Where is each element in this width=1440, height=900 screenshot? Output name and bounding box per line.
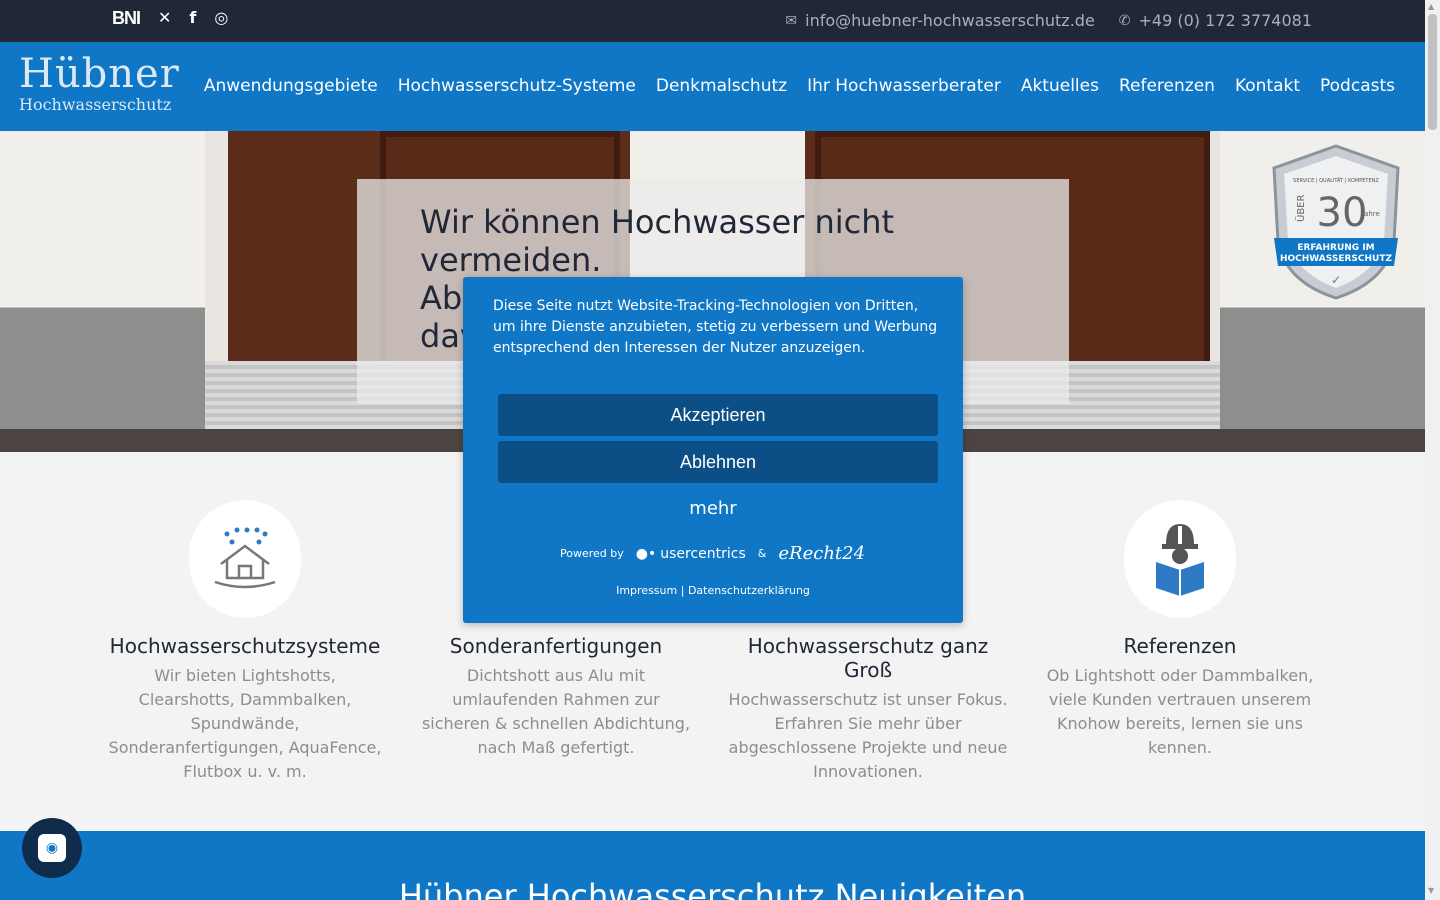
feature-title: Hochwasserschutzsysteme	[109, 634, 381, 658]
facebook-icon[interactable]: f	[189, 8, 196, 28]
badge-uber: ÜBER	[1294, 195, 1307, 222]
logo-line-2: Hochwasserschutz	[19, 95, 172, 114]
badge-ribbon-1: ERFAHRUNG IM	[1297, 243, 1374, 253]
cookie-message: Diese Seite nutzt Website-Tracking-Techn…	[493, 298, 938, 356]
badge-check-icon: ✓	[1331, 273, 1341, 287]
feature-title: Sonderanfertigungen	[449, 634, 663, 658]
logo-line-1: Hübner	[19, 51, 180, 97]
feature-hochwasserschutzsysteme[interactable]: Hochwasserschutzsysteme Wir bieten Light…	[105, 500, 385, 784]
badge-top-text: SERVICE | QUALITÄT | KOMPETENZ	[1293, 177, 1379, 184]
nav-anwendungsgebiete[interactable]: Anwendungsgebiete	[204, 76, 378, 96]
impressum-link[interactable]: Impressum	[616, 584, 677, 597]
link-separator: |	[680, 584, 685, 597]
hero-line-1: Wir können Hochwasser nicht	[420, 203, 895, 241]
flood-house-icon	[214, 527, 276, 589]
feature-title: Hochwasserschutz ganz Groß	[747, 634, 989, 682]
feature-referenzen[interactable]: Referenzen Ob Lightshott oder Dammbalken…	[1040, 500, 1320, 760]
hero-pillar-left	[0, 131, 205, 452]
usercentrics-dots-icon: ●•	[635, 545, 657, 562]
usercentrics-logo[interactable]: ●• usercentrics	[636, 546, 746, 562]
privacy-settings-button[interactable]: ◉	[22, 818, 82, 878]
phone-icon: ✆	[1118, 12, 1131, 29]
nav-denkmalschutz[interactable]: Denkmalschutz	[656, 76, 787, 96]
feature-text: Hochwasserschutz ist unser Fokus. Erfahr…	[728, 690, 1008, 781]
badge-jahre: Jahre	[1361, 210, 1380, 218]
instagram-icon[interactable]: ◎	[214, 8, 228, 28]
phone-link[interactable]: ✆ +49 (0) 172 3774081	[1119, 11, 1312, 30]
mail-icon: ✉	[785, 12, 798, 29]
email-link[interactable]: ✉ info@huebner-hochwasserschutz.de	[785, 11, 1094, 30]
experience-badge: SERVICE | QUALITÄT | KOMPETENZ ÜBER 30 J…	[1272, 144, 1400, 300]
scroll-up-icon[interactable]: ▲	[1428, 2, 1434, 11]
erecht24-logo[interactable]: eRecht24	[778, 543, 865, 564]
feature-icon-circle	[1124, 500, 1236, 618]
decline-button[interactable]: Ablehnen	[498, 441, 938, 483]
and-symbol: &	[757, 547, 767, 560]
main-nav: Anwendungsgebiete Hochwasserschutz-Syste…	[204, 76, 1395, 96]
news-section: Hübner Hochwasserschutz Neuigkeiten	[0, 831, 1425, 900]
more-link[interactable]: mehr	[463, 498, 963, 519]
news-title: Hübner Hochwasserschutz Neuigkeiten	[398, 877, 1027, 900]
feature-icon-circle	[189, 500, 301, 618]
top-bar: BNI ✕ f ◎ ✉ info@huebner-hochwasserschut…	[0, 0, 1425, 42]
scroll-down-icon[interactable]: ▼	[1428, 886, 1434, 895]
powered-by-label: Powered by	[560, 547, 624, 560]
main-header: Hübner Hochwasserschutz Anwendungsgebiet…	[0, 42, 1425, 131]
page-scrollbar[interactable]: ▲ ▼	[1425, 0, 1440, 900]
cookie-consent-dialog: Diese Seite nutzt Website-Tracking-Techn…	[463, 277, 963, 623]
fingerprint-icon: ◉	[38, 834, 66, 862]
badge-number: 30	[1317, 190, 1368, 236]
feature-title: Referenzen	[1123, 634, 1237, 658]
privacy-link[interactable]: Datenschutzerklärung	[688, 584, 810, 597]
scrollbar-thumb[interactable]	[1428, 14, 1437, 130]
logo[interactable]: Hübner Hochwasserschutz	[19, 54, 180, 114]
bni-icon[interactable]: BNI	[112, 8, 141, 28]
hero-line-2: vermeiden.	[420, 241, 602, 279]
email-text[interactable]: info@huebner-hochwasserschutz.de	[805, 11, 1095, 30]
phone-text[interactable]: +49 (0) 172 3774081	[1139, 11, 1312, 30]
usercentrics-text: usercentrics	[660, 545, 746, 562]
nav-hochwasserschutz-systeme[interactable]: Hochwasserschutz-Systeme	[398, 76, 636, 96]
powered-by: Powered by ●• usercentrics & eRecht24	[560, 543, 865, 564]
feature-text: Ob Lightshott oder Dammbalken, viele Kun…	[1046, 666, 1314, 757]
badge-ribbon-2: HOCHWASSERSCHUTZ	[1280, 254, 1393, 264]
xing-icon[interactable]: ✕	[158, 8, 171, 28]
nav-aktuelles[interactable]: Aktuelles	[1021, 76, 1099, 96]
nav-referenzen[interactable]: Referenzen	[1119, 76, 1215, 96]
legal-links: Impressum | Datenschutzerklärung	[463, 584, 963, 597]
accept-button[interactable]: Akzeptieren	[498, 394, 938, 436]
contact-info: ✉ info@huebner-hochwasserschutz.de ✆ +49…	[785, 11, 1312, 30]
nav-kontakt[interactable]: Kontakt	[1235, 76, 1300, 96]
nav-hochwasserberater[interactable]: Ihr Hochwasserberater	[807, 76, 1001, 96]
feature-text: Wir bieten Lightshotts, Clearshotts, Dam…	[108, 666, 382, 781]
nav-podcasts[interactable]: Podcasts	[1320, 76, 1395, 96]
social-links: BNI ✕ f ◎	[112, 8, 228, 28]
worker-book-icon	[1156, 524, 1204, 596]
feature-text: Dichtshott aus Alu mit umlaufenden Rahme…	[421, 666, 691, 757]
